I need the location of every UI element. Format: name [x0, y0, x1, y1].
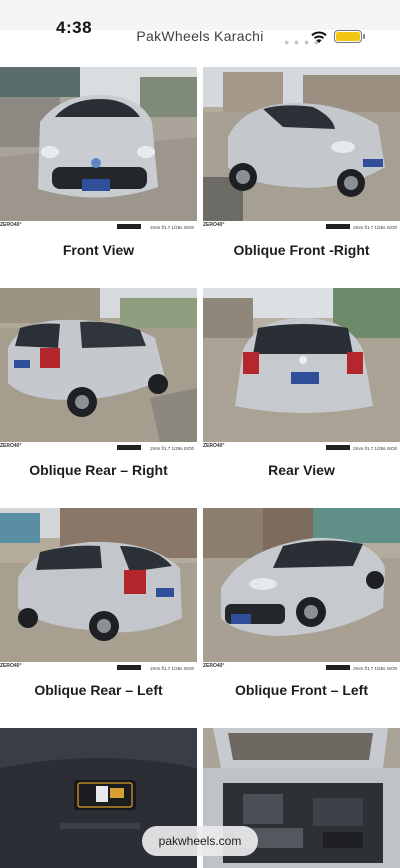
label-rear-view: Rear View: [268, 462, 335, 478]
camera-logo: [326, 665, 350, 670]
camera-logo: [117, 445, 141, 450]
label-oblique-front-right: Oblique Front -Right: [233, 242, 370, 258]
battery-tip: [363, 34, 365, 39]
caption-detail: 2mm f/1.7 1/25s ISO0: [150, 666, 194, 671]
camera-logo: [326, 445, 350, 450]
photo-oblique-front-right[interactable]: [203, 67, 400, 221]
camera-logo: [326, 224, 350, 229]
caption-detail: 2mm f/1.7 1/25s ISO0: [353, 225, 397, 230]
photo-caption: ZERO40° 2mm f/1.7 1/25s ISO0: [203, 662, 400, 676]
label-front-view: Front View: [62, 242, 135, 258]
label-oblique-front-left: Oblique Front – Left: [235, 682, 368, 698]
photo-front-view[interactable]: [0, 67, 197, 221]
domain-pill[interactable]: pakwheels.com: [142, 826, 258, 856]
caption-brand: ZERO40°: [203, 222, 225, 228]
caption-brand: ZERO40°: [0, 222, 22, 228]
battery-icon: [334, 30, 362, 43]
photo-oblique-rear-right[interactable]: [0, 288, 197, 442]
caption-detail: 2mm f/1.7 1/25s ISO0: [150, 446, 194, 451]
caption-brand: ZERO40°: [0, 443, 22, 449]
wifi-icon: [311, 31, 327, 43]
photo-caption: ZERO40° 2mm f/1.7 1/25s ISO0: [0, 221, 197, 235]
photo-caption: ZERO40° 2mm f/1.7 1/25s ISO0: [203, 442, 400, 456]
photo-caption: ZERO40° 2mm f/1.7 1/25s ISO0: [203, 221, 400, 235]
caption-detail: 2mm f/1.7 1/25s ISO0: [353, 446, 397, 451]
caption-detail: 2mm f/1.7 1/25s ISO0: [150, 225, 194, 230]
caption-brand: ZERO40°: [203, 663, 225, 669]
label-oblique-rear-left: Oblique Rear – Left: [34, 682, 163, 698]
caption-brand: ZERO40°: [0, 663, 22, 669]
photo-oblique-front-left[interactable]: [203, 508, 400, 662]
photo-oblique-rear-left[interactable]: [0, 508, 197, 662]
label-oblique-rear-right: Oblique Rear – Right: [29, 462, 168, 478]
status-bar: 4:38: [0, 0, 400, 37]
photo-caption: ZERO40° 2mm f/1.7 1/25s ISO0: [0, 442, 197, 456]
photo-rear-view[interactable]: [203, 288, 400, 442]
browser-title-bar[interactable]: PakWheels Karachi ● ● ● ●: [0, 28, 400, 47]
caption-brand: ZERO40°: [203, 443, 225, 449]
camera-logo: [117, 224, 141, 229]
camera-logo: [117, 665, 141, 670]
caption-detail: 2mm f/1.7 1/25s ISO0: [353, 666, 397, 671]
photo-caption: ZERO40° 2mm f/1.7 1/25s ISO0: [0, 662, 197, 676]
